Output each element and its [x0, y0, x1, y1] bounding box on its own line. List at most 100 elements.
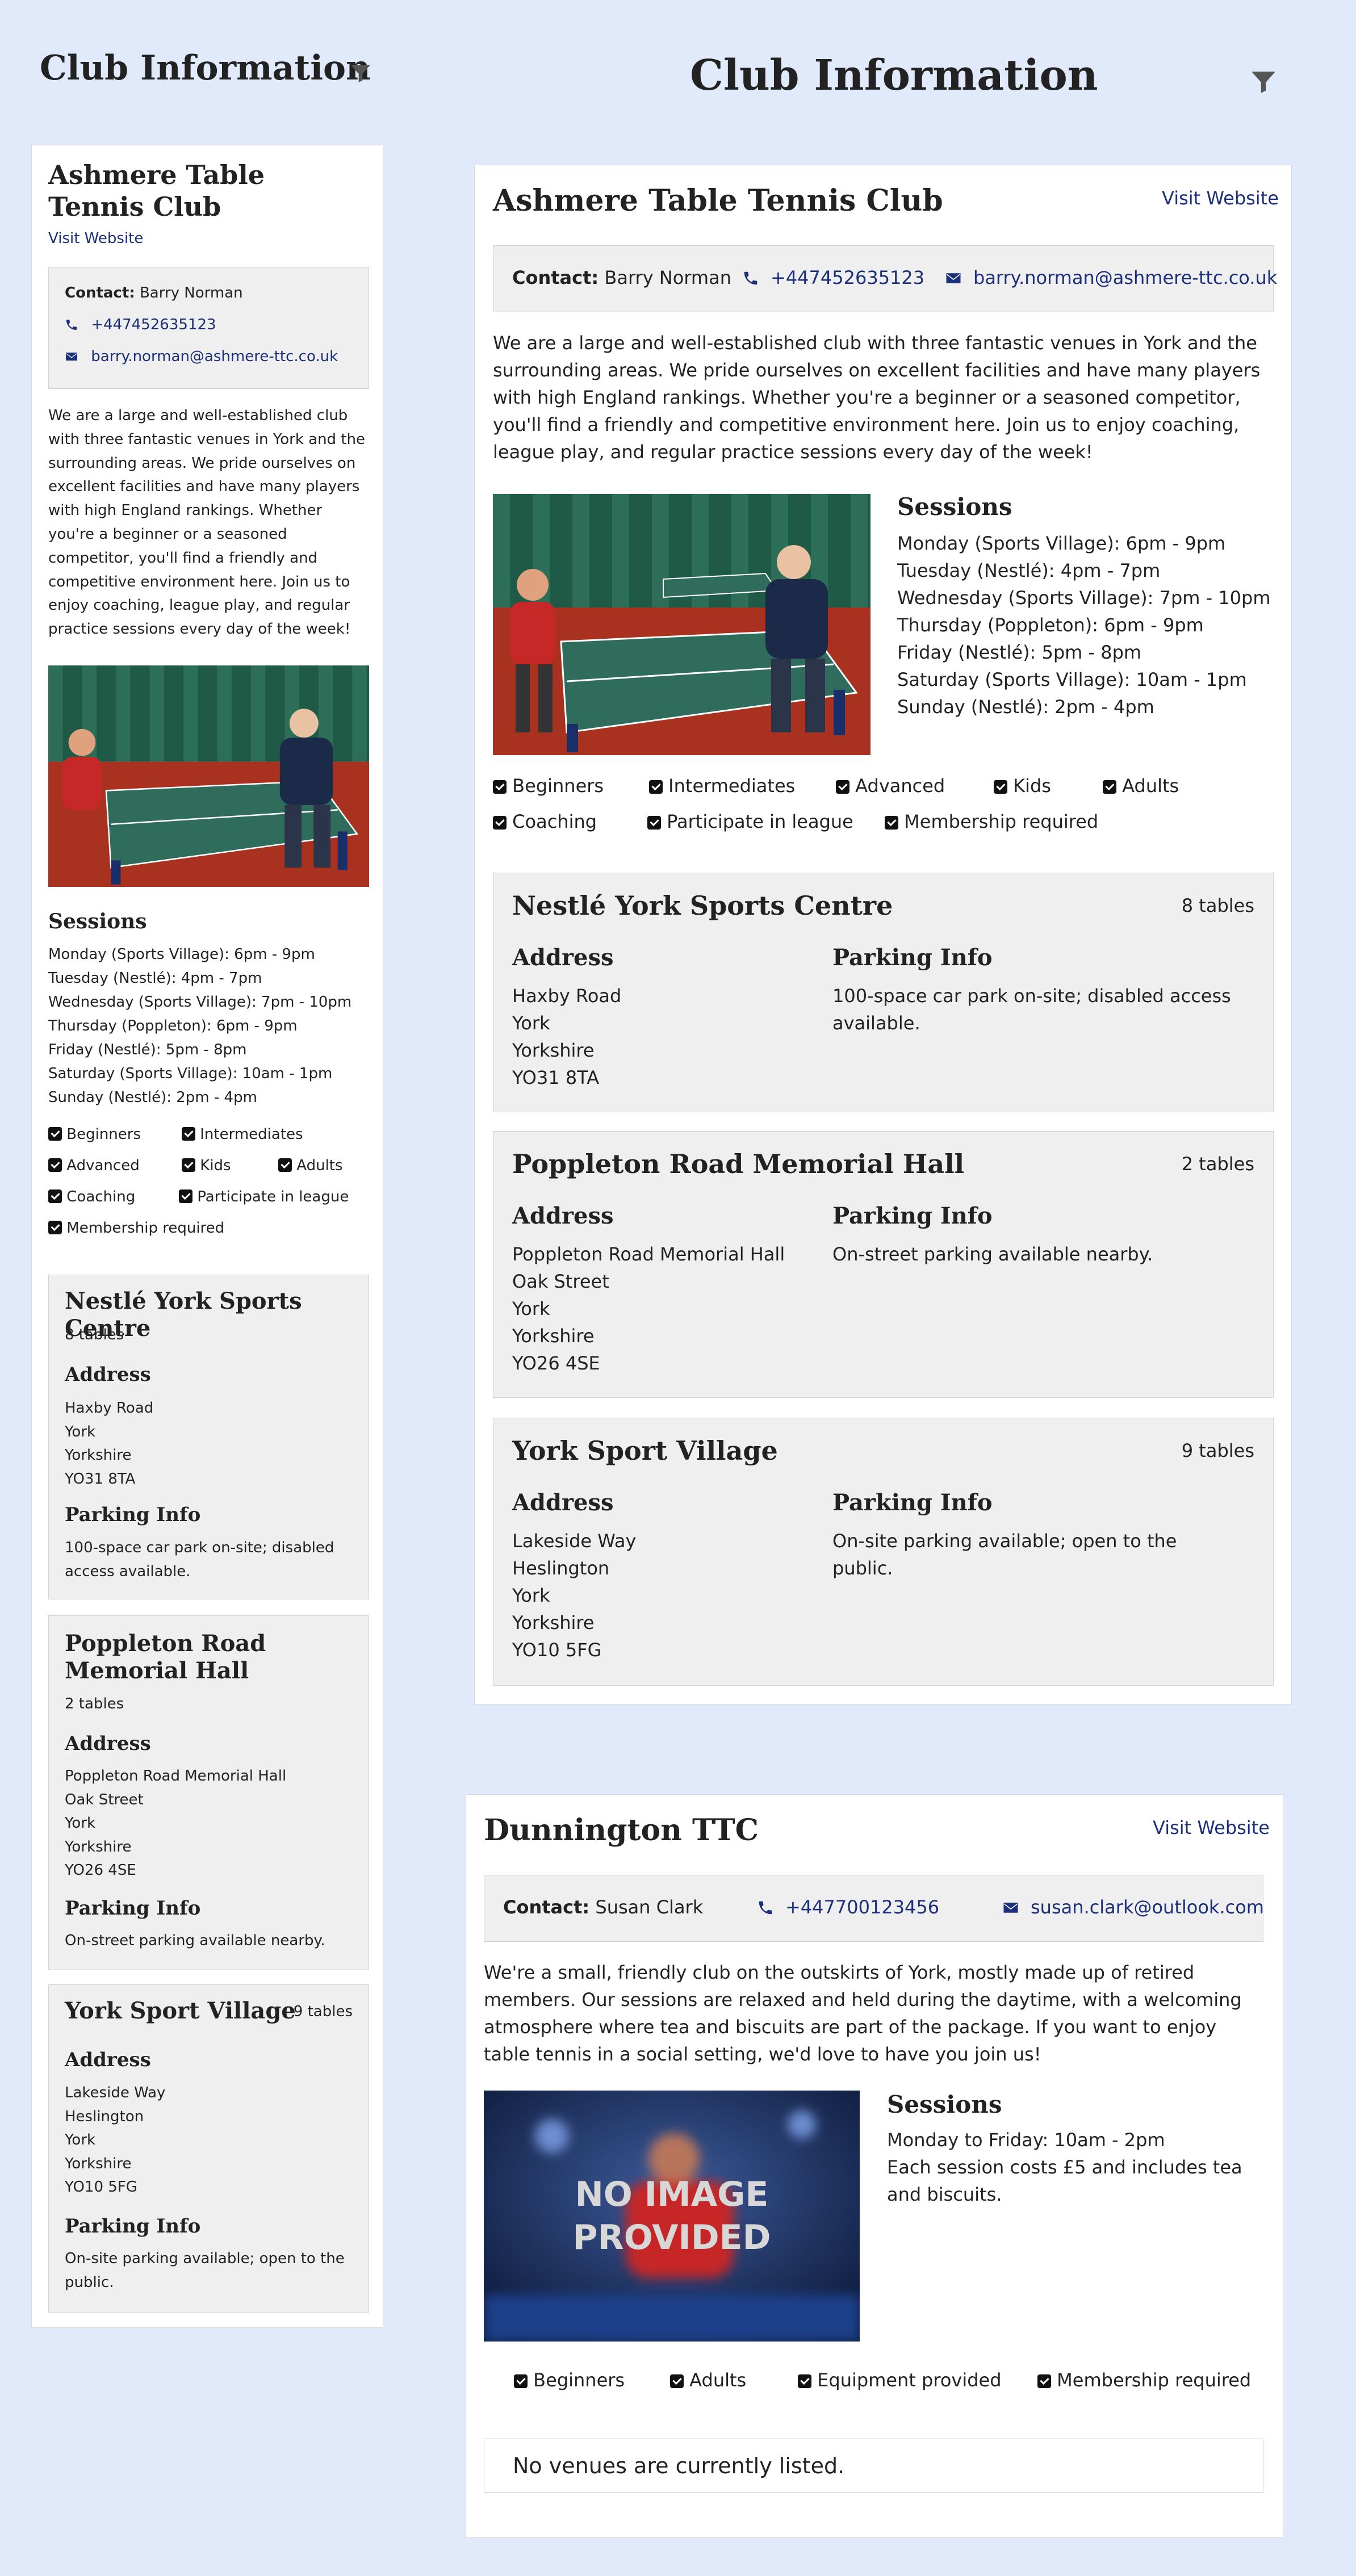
session-item: Friday (Nestlé): 5pm - 8pm: [897, 642, 1142, 663]
address-line: Oak Street: [512, 1271, 609, 1292]
session-item: Saturday (Sports Village): 10am - 1pm: [897, 669, 1247, 690]
address-line: YO31 8TA: [65, 1470, 136, 1488]
tag-coaching: Coaching: [48, 1188, 135, 1205]
tag-label: Advanced: [66, 1157, 140, 1174]
tag-intermediates: Intermediates: [649, 775, 795, 797]
tag-label: Participate in league: [667, 811, 853, 832]
tag-beginners: Beginners: [514, 2369, 625, 2391]
sessions-list: Monday (Sports Village): 6pm - 9pm Tuesd…: [897, 530, 1271, 721]
address-line: York: [65, 1423, 96, 1440]
club-description: We are a large and well-established club…: [48, 407, 365, 638]
tag-label: Beginners: [66, 1126, 141, 1143]
contact-row: Contact: Barry Norman: [512, 267, 731, 288]
email-link[interactable]: susan.clark@outlook.com: [1031, 1896, 1264, 1918]
session-item: Saturday (Sports Village): 10am - 1pm: [48, 1065, 333, 1082]
tag-advanced: Advanced: [48, 1157, 140, 1174]
tag-beginners: Beginners: [48, 1126, 141, 1143]
tag-label: Membership required: [904, 811, 1099, 832]
session-item: Sunday (Nestlé): 2pm - 4pm: [48, 1089, 257, 1106]
tag-coaching: Coaching: [493, 811, 597, 832]
no-venues-message: No venues are currently listed.: [484, 2439, 1263, 2493]
session-item: Thursday (Poppleton): 6pm - 9pm: [897, 614, 1204, 636]
parking-info: On-street parking available nearby.: [65, 1932, 325, 1949]
parking-heading: Parking Info: [832, 1489, 993, 1516]
venue-tables: 8 tables: [1181, 895, 1254, 916]
tag-label: Advanced: [855, 775, 945, 797]
envelope-icon: [1002, 1899, 1019, 1916]
phone-link[interactable]: +447452635123: [91, 316, 216, 333]
session-item: Tuesday (Nestlé): 4pm - 7pm: [897, 560, 1161, 581]
parking-heading: Parking Info: [832, 1203, 993, 1229]
contact-label: Contact:: [503, 1896, 590, 1918]
address-line: YO26 4SE: [512, 1352, 600, 1374]
venue-address: Poppleton Road Memorial Hall Oak Street …: [65, 1765, 354, 1883]
venue-tables: 2 tables: [65, 1695, 124, 1712]
tag-label: Kids: [1013, 775, 1052, 797]
venue-name: Nestlé York Sports Centre: [512, 890, 893, 921]
phone-row[interactable]: +447700123456: [757, 1896, 939, 1918]
address-heading: Address: [512, 1489, 614, 1516]
email-row[interactable]: susan.clark@outlook.com: [1002, 1896, 1264, 1918]
sessions-heading: Sessions: [48, 910, 147, 933]
contact-label: Contact:: [512, 267, 599, 288]
envelope-icon: [945, 270, 962, 287]
checkbox-checked-icon: [182, 1127, 195, 1141]
email-row[interactable]: barry.norman@ashmere-ttc.co.uk: [945, 267, 1277, 288]
phone-row[interactable]: +447452635123: [742, 267, 924, 288]
venue-name: York Sport Village: [512, 1435, 778, 1466]
tag-membership: Membership required: [1037, 2369, 1251, 2391]
parking-info: 100-space car park on-site; disabled acc…: [832, 985, 1231, 1034]
phone-link[interactable]: +447700123456: [785, 1896, 939, 1918]
phone-icon: [757, 1899, 774, 1916]
email-link[interactable]: barry.norman@ashmere-ttc.co.uk: [973, 267, 1277, 288]
tag-label: Beginners: [533, 2369, 625, 2391]
venue-address: Haxby Road York Yorkshire YO31 8TA: [65, 1397, 354, 1491]
tag-membership: Membership required: [885, 811, 1098, 832]
phone-link[interactable]: +447452635123: [771, 267, 924, 288]
no-image-text: NO IMAGE PROVIDED: [572, 2175, 771, 2257]
image-placeholder: NO IMAGE PROVIDED: [484, 2091, 860, 2342]
venue-card-york-sport: York Sport Village 9 tables Address Lake…: [493, 1418, 1274, 1686]
visit-website-link[interactable]: Visit Website: [1153, 1817, 1270, 1838]
checkbox-checked-icon: [1103, 780, 1116, 794]
venue-card-poppleton: Poppleton Road Memorial Hall 2 tables Ad…: [48, 1615, 369, 1970]
session-item: Tuesday (Nestlé): 4pm - 7pm: [48, 970, 262, 987]
tag-label: Equipment provided: [817, 2369, 1002, 2391]
visit-website-link[interactable]: Visit Website: [1162, 187, 1279, 209]
filter-icon[interactable]: [1249, 68, 1278, 97]
tag-label: Adults: [689, 2369, 747, 2391]
venue-tables: 9 tables: [293, 2003, 353, 2020]
tag-label: Participate in league: [197, 1188, 349, 1205]
session-item: Each session costs £5 and includes tea a…: [887, 2156, 1242, 2205]
checkbox-checked-icon: [514, 2374, 528, 2388]
contact-name: Barry Norman: [139, 284, 243, 301]
tag-membership: Membership required: [48, 1220, 224, 1237]
parking-info: 100-space car park on-site; disabled acc…: [65, 1539, 334, 1580]
email-link[interactable]: barry.norman@ashmere-ttc.co.uk: [91, 348, 338, 365]
phone-row[interactable]: +447452635123: [65, 316, 216, 333]
checkbox-checked-icon: [798, 2374, 811, 2388]
club-description: We're a small, friendly club on the outs…: [484, 1962, 1242, 2065]
tag-label: Beginners: [512, 775, 604, 797]
address-line: YO26 4SE: [65, 1862, 136, 1879]
checkbox-checked-icon: [182, 1158, 195, 1172]
session-item: Thursday (Poppleton): 6pm - 9pm: [48, 1017, 298, 1034]
contact-name: Susan Clark: [595, 1896, 704, 1918]
filter-icon[interactable]: [349, 62, 372, 85]
contact-panel: Contact: Barry Norman +447452635123 barr…: [48, 267, 369, 389]
address-heading: Address: [512, 944, 614, 971]
venue-address: Lakeside Way Heslington York Yorkshire Y…: [512, 1527, 819, 1664]
address-line: Heslington: [65, 2108, 144, 2125]
venue-name: York Sport Village: [65, 1997, 296, 2024]
address-line: Heslington: [512, 1557, 610, 1579]
session-item: Sunday (Nestlé): 2pm - 4pm: [897, 696, 1154, 718]
venue-tables: 2 tables: [1181, 1153, 1254, 1175]
tag-label: Coaching: [512, 811, 597, 832]
no-venues-text: No venues are currently listed.: [513, 2453, 845, 2478]
visit-website-link[interactable]: Visit Website: [48, 230, 143, 247]
session-item: Wednesday (Sports Village): 7pm - 10pm: [897, 587, 1271, 609]
email-row[interactable]: barry.norman@ashmere-ttc.co.uk: [65, 348, 338, 365]
address-line: Oak Street: [65, 1791, 144, 1808]
session-item: Friday (Nestlé): 5pm - 8pm: [48, 1041, 247, 1058]
contact-label: Contact:: [65, 284, 135, 301]
